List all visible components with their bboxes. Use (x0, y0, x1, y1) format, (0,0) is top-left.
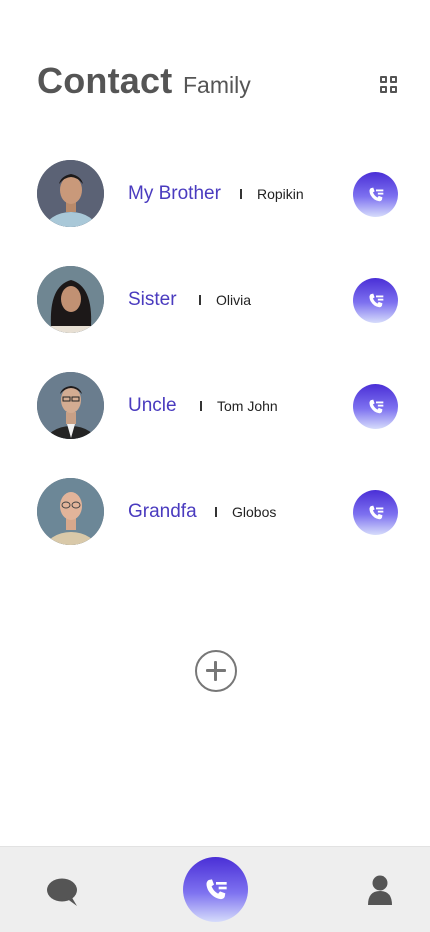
phone-call-icon (368, 187, 383, 201)
chat-bubble-icon[interactable] (46, 877, 78, 907)
avatar (37, 372, 104, 439)
separator (240, 189, 242, 199)
bottom-nav (0, 846, 430, 932)
contact-detail: Globos (232, 504, 277, 520)
call-button[interactable] (353, 278, 398, 323)
grid-view-icon[interactable] (380, 76, 398, 94)
avatar (37, 478, 104, 545)
separator (200, 401, 202, 411)
contact-item[interactable]: Uncle Tom John (37, 372, 398, 440)
contact-detail: Olivia (216, 292, 252, 308)
contact-item[interactable]: Sister Olivia (37, 266, 398, 334)
contact-name: My Brother (128, 183, 221, 204)
contacts-screen: Contact Family My Brother Ropikin Sister… (0, 0, 430, 932)
contact-name: Uncle (128, 395, 177, 416)
call-button[interactable] (353, 490, 398, 535)
avatar (37, 160, 104, 227)
separator (215, 507, 217, 517)
contact-item[interactable]: Grandfa Globos (37, 478, 398, 546)
separator (199, 295, 201, 305)
plus-circle-icon[interactable] (195, 650, 237, 692)
call-button[interactable] (353, 384, 398, 429)
phone-call-icon (368, 505, 383, 519)
contact-name: Grandfa (128, 501, 197, 522)
group-filter-label[interactable]: Family (183, 72, 251, 99)
contact-item[interactable]: My Brother Ropikin (37, 160, 398, 228)
avatar (37, 266, 104, 333)
phone-call-icon (368, 399, 383, 413)
page-title: Contact (37, 60, 173, 101)
contact-detail: Tom John (217, 398, 278, 414)
phone-call-icon (206, 878, 227, 899)
contact-detail: Ropikin (257, 186, 304, 202)
contact-name: Sister (128, 289, 177, 310)
phone-call-icon (368, 293, 383, 307)
call-button[interactable] (353, 172, 398, 217)
header: Contact Family (37, 56, 398, 112)
phone-call-nav-button[interactable] (183, 857, 248, 922)
user-profile-icon[interactable] (366, 874, 394, 906)
